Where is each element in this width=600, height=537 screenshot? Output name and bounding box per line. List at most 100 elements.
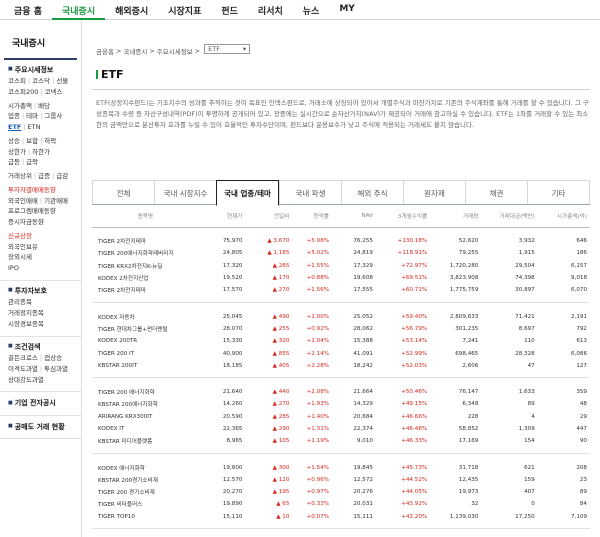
sidebar-link[interactable]: 장외시세: [8, 253, 32, 261]
topnav-item-4[interactable]: 펀드: [211, 0, 248, 20]
table-cell: +49.15%: [401, 401, 428, 408]
topnav-item-1[interactable]: 국내증시: [51, 0, 106, 20]
group-divider: [92, 522, 590, 530]
sidebar-link[interactable]: 코넥스: [45, 88, 63, 96]
topnav-item-3[interactable]: 시장지표: [158, 0, 211, 20]
table-cell: +44.52%: [401, 476, 428, 483]
etf-name-link[interactable]: TIGER 200 IT: [92, 347, 202, 359]
divider-cell: [245, 371, 293, 379]
etf-name-link[interactable]: TIGER 2차전지테마: [92, 235, 202, 247]
sidebar-link[interactable]: 투심과열: [44, 365, 68, 373]
tab-6[interactable]: 채권: [465, 180, 527, 204]
sidebar-link[interactable]: 업종: [8, 112, 20, 120]
sidebar-link[interactable]: 시가총액: [8, 102, 32, 110]
breadcrumb-market-info[interactable]: 주요시세정보: [157, 46, 193, 56]
topnav-item-2[interactable]: 해외증시: [105, 0, 158, 20]
topnav-item-6[interactable]: 뉴스: [293, 0, 330, 20]
sidebar-link[interactable]: ETF: [8, 123, 21, 131]
sidebar-link[interactable]: 그룹사: [44, 112, 62, 120]
sidebar-link[interactable]: 보합: [26, 137, 38, 145]
tab-5[interactable]: 원자재: [403, 180, 465, 204]
etf-name-link[interactable]: KBSTAR 200에너지화학: [92, 398, 202, 410]
topnav-item-5[interactable]: 리서치: [248, 0, 293, 20]
table-cell: 90: [579, 438, 587, 445]
breadcrumb-separator: >: [194, 46, 201, 55]
sidebar-link[interactable]: 갭상승: [44, 354, 62, 362]
etf-name-link[interactable]: ARIRANG KRX300IT: [92, 411, 202, 423]
sidebar-link[interactable]: 상한가: [8, 148, 26, 156]
sidebar-link-disclosure[interactable]: 기업 전자공시: [0, 392, 81, 416]
breadcrumb-separator: >: [115, 46, 122, 55]
etf-name-link[interactable]: KODEX IT: [92, 423, 202, 435]
etf-name-link[interactable]: KODEX 2차전지산업: [92, 272, 202, 284]
sidebar-link[interactable]: 기관매매: [44, 197, 68, 205]
etf-name-link[interactable]: KBSTAR 200경기소비재: [92, 474, 202, 486]
sidebar-link[interactable]: 관리종목: [8, 298, 32, 306]
divider-cell: [245, 447, 293, 454]
etf-name-link[interactable]: TIGER 2차전지테마: [92, 284, 202, 296]
sidebar-link[interactable]: 하한가: [32, 148, 50, 156]
sidebar-link[interactable]: 급락: [26, 158, 38, 166]
table-cell: 12,435: [458, 476, 479, 483]
sidebar-link[interactable]: 이격도과열: [8, 365, 38, 373]
sidebar-link[interactable]: 선물: [56, 77, 68, 85]
sidebar-link[interactable]: IPO: [8, 264, 19, 272]
sidebar-link[interactable]: 급증: [38, 172, 50, 180]
breadcrumb-separator: >: [149, 46, 155, 55]
etf-name-link[interactable]: KBSTAR 미디어플랫폼: [92, 435, 202, 447]
sidebar-link[interactable]: 상대강도과열: [8, 376, 44, 384]
sidebar-row: IPO: [8, 264, 77, 274]
etf-name-link[interactable]: TIGER TOP10: [92, 511, 202, 523]
sidebar-link[interactable]: 코스피: [8, 77, 26, 85]
sidebar-link[interactable]: 거래상위: [8, 172, 32, 180]
etf-name-link[interactable]: KODEX 에너지화학: [92, 461, 202, 473]
sidebar-link[interactable]: 코스닥: [32, 77, 50, 85]
sidebar-link[interactable]: ETN: [28, 123, 41, 131]
sidebar-divider: |: [21, 158, 25, 167]
sidebar-link[interactable]: 투자자별매매동향: [8, 186, 56, 194]
sidebar-link[interactable]: 거래정지종목: [8, 309, 44, 317]
table-cell: 1,633: [518, 389, 535, 396]
sidebar-link-short-selling[interactable]: 공매도 거래 현황: [0, 416, 81, 440]
sidebar-link[interactable]: 코스피200: [8, 88, 38, 96]
category-select[interactable]: ETF ▾: [204, 43, 251, 54]
sidebar-link[interactable]: 외국인매매: [8, 197, 38, 205]
table-cell: 15,330: [222, 338, 243, 345]
breadcrumb-domestic[interactable]: 국내증시: [123, 46, 147, 56]
divider-cell: [537, 522, 590, 530]
tab-4[interactable]: 해외 주식: [341, 180, 403, 204]
sidebar-link[interactable]: 급등: [8, 158, 20, 166]
etf-name-link[interactable]: TIGER KRX2차전지K-뉴딜: [92, 260, 202, 272]
sidebar-link[interactable]: 골든크로스: [8, 354, 38, 362]
sidebar-link[interactable]: 시장경보종목: [8, 320, 44, 328]
table-cell: ▲ 10: [276, 513, 290, 520]
etf-name-link[interactable]: KBSTAR 200IT: [92, 360, 202, 372]
tab-7[interactable]: 기타: [527, 180, 590, 204]
breadcrumb-home[interactable]: 금융홈: [96, 46, 114, 56]
etf-name-link[interactable]: TIGER 200 에너지화학: [92, 386, 202, 398]
etf-name-link[interactable]: KODEX 200TR: [92, 335, 202, 347]
sidebar-link[interactable]: 신규상장: [8, 232, 32, 240]
sidebar-link[interactable]: 상승: [8, 137, 20, 145]
sidebar-link[interactable]: 증시자금동향: [8, 218, 44, 226]
etf-name-link[interactable]: TIGER 200 경기소비재: [92, 486, 202, 498]
etf-name-link[interactable]: TIGER 현대차그룹+펀더멘털: [92, 323, 202, 335]
etf-name-link[interactable]: KODEX 자동차: [92, 310, 202, 322]
tab-1[interactable]: 국내 시장지수: [154, 180, 216, 204]
tab-2[interactable]: 국내 업종/테마: [216, 180, 279, 206]
divider-cell: [92, 522, 202, 530]
topnav-item-0[interactable]: 금융 홈: [4, 0, 52, 20]
etf-name-link[interactable]: TIGER 비타플러스: [92, 498, 202, 510]
sidebar-link[interactable]: 외국인보유: [8, 243, 38, 251]
tab-3[interactable]: 국내 파생: [279, 180, 341, 204]
sidebar-link[interactable]: 배당: [38, 102, 50, 110]
sidebar-link[interactable]: 하락: [44, 137, 56, 145]
sidebar-link[interactable]: 테마: [26, 112, 38, 120]
sidebar-divider: |: [33, 172, 37, 180]
sidebar-link[interactable]: 프로그램매매동향: [8, 207, 56, 215]
topnav-item-7[interactable]: MY: [329, 0, 364, 20]
etf-name-link[interactable]: TIGER 200에너지화학레버리지: [92, 247, 202, 259]
tab-0[interactable]: 전체: [92, 180, 154, 204]
sidebar-link[interactable]: 급감: [56, 172, 68, 180]
sidebar-section-conditions: 조건검색 골든크로스|갭상승이격도과열|투심과열상대강도과열: [0, 337, 81, 393]
